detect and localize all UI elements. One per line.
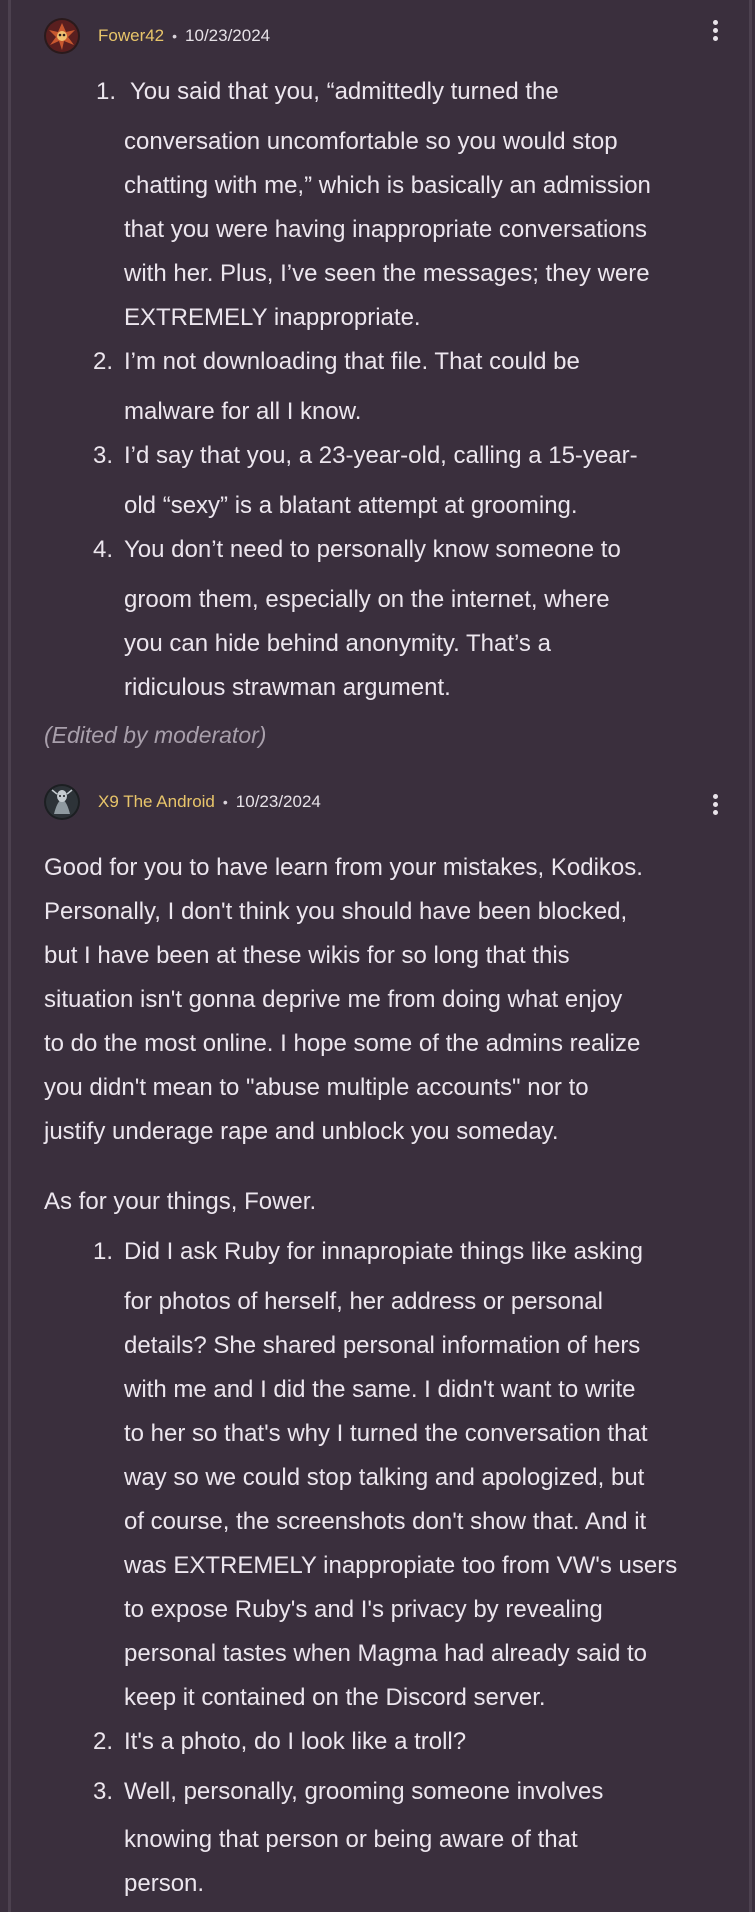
- list-item-line: ridiculous strawman argument.: [124, 674, 451, 701]
- list-item-line: details? She shared personal information…: [124, 1332, 641, 1359]
- list-item-line: personal tastes when Magma had already s…: [124, 1640, 647, 1667]
- list-number: 3.: [92, 442, 113, 469]
- list-item-line: way so we could stop talking and apologi…: [124, 1464, 645, 1491]
- username-link[interactable]: Fower42: [98, 26, 164, 46]
- list-item-line: to her so that's why I turned the conver…: [124, 1420, 648, 1447]
- meta-separator: •: [222, 794, 228, 810]
- paragraph-line: justify underage rape and unblock you so…: [44, 1118, 559, 1145]
- list-item-line: It's a photo, do I look like a troll?: [124, 1728, 467, 1755]
- edited-note: (Edited by moderator): [44, 722, 267, 748]
- comment-thread: Fower42 • 10/23/2024 1. You said that yo…: [0, 0, 755, 1912]
- kebab-menu-icon[interactable]: [705, 14, 725, 46]
- comment-header: X9 The Android • 10/23/2024: [44, 782, 321, 822]
- list-item-line: Did I ask Ruby for innapropiate things l…: [124, 1238, 643, 1265]
- list-item-line: conversation uncomfortable so you would …: [124, 128, 618, 155]
- list-item-line: chatting with me,” which is basically an…: [124, 172, 651, 199]
- thread-rail-right: [749, 0, 752, 1912]
- kebab-menu-icon[interactable]: [705, 788, 725, 820]
- list-item-line: Well, personally, grooming someone invol…: [124, 1778, 604, 1805]
- list-number: 1.: [92, 1238, 113, 1265]
- list-item-line: with her. Plus, I’ve seen the messages; …: [124, 260, 650, 287]
- list-item-line: with me and I did the same. I didn't wan…: [124, 1376, 636, 1403]
- list-number: 4.: [92, 536, 113, 563]
- thread-rail-left: [8, 0, 11, 1912]
- comment-date: 10/23/2024: [235, 792, 321, 811]
- list-item-line: malware for all I know.: [124, 398, 362, 425]
- username-link[interactable]: X9 The Android: [98, 792, 215, 812]
- list-item-line: knowing that person or being aware of th…: [124, 1826, 578, 1853]
- list-number: 3.: [92, 1778, 113, 1805]
- comment-date: 10/23/2024: [185, 26, 271, 45]
- avatar[interactable]: [44, 784, 80, 820]
- list-item-line: old “sexy” is a blatant attempt at groom…: [124, 492, 578, 519]
- paragraph-line: you didn't mean to "abuse multiple accou…: [44, 1074, 589, 1101]
- list-item-line: to expose Ruby's and I's privacy by reve…: [124, 1596, 603, 1623]
- list-item-line: was EXTREMELY inappropiate too from VW's…: [124, 1552, 678, 1579]
- list-item-line: for photos of herself, her address or pe…: [124, 1288, 603, 1315]
- list-number: 2.: [92, 348, 113, 375]
- list-item-line: EXTREMELY inappropriate.: [124, 304, 421, 331]
- list-item-line: of course, the screenshots don't show th…: [124, 1508, 647, 1535]
- list-number: 2.: [92, 1728, 113, 1755]
- meta-separator: •: [172, 28, 178, 44]
- list-item-line: keep it contained on the Discord server.: [124, 1684, 546, 1711]
- list-item-line: you can hide behind anonymity. That’s a: [124, 630, 551, 657]
- list-item-line: I’d say that you, a 23-year-old, calling…: [124, 442, 638, 469]
- paragraph-line: Personally, I don't think you should hav…: [44, 898, 628, 925]
- list-item-line: I’m not downloading that file. That coul…: [124, 348, 580, 375]
- intro-line: As for your things, Fower.: [44, 1188, 317, 1215]
- comment-header: Fower42 • 10/23/2024: [44, 16, 270, 56]
- paragraph-line: to do the most online. I hope some of th…: [44, 1030, 641, 1057]
- list-item-line: person.: [124, 1870, 205, 1897]
- avatar[interactable]: [44, 18, 80, 54]
- list-item-line: that you were having inappropriate conve…: [124, 216, 647, 243]
- paragraph-line: Good for you to have learn from your mis…: [44, 854, 643, 881]
- list-item-line: groom them, especially on the internet, …: [124, 586, 610, 613]
- list-item-line: You said that you, “admittedly turned th…: [130, 78, 559, 105]
- paragraph-line: but I have been at these wikis for so lo…: [44, 942, 570, 969]
- list-number: 1.: [95, 78, 116, 105]
- list-item-line: You don’t need to personally know someon…: [124, 536, 621, 563]
- paragraph-line: situation isn't gonna deprive me from do…: [44, 986, 623, 1013]
